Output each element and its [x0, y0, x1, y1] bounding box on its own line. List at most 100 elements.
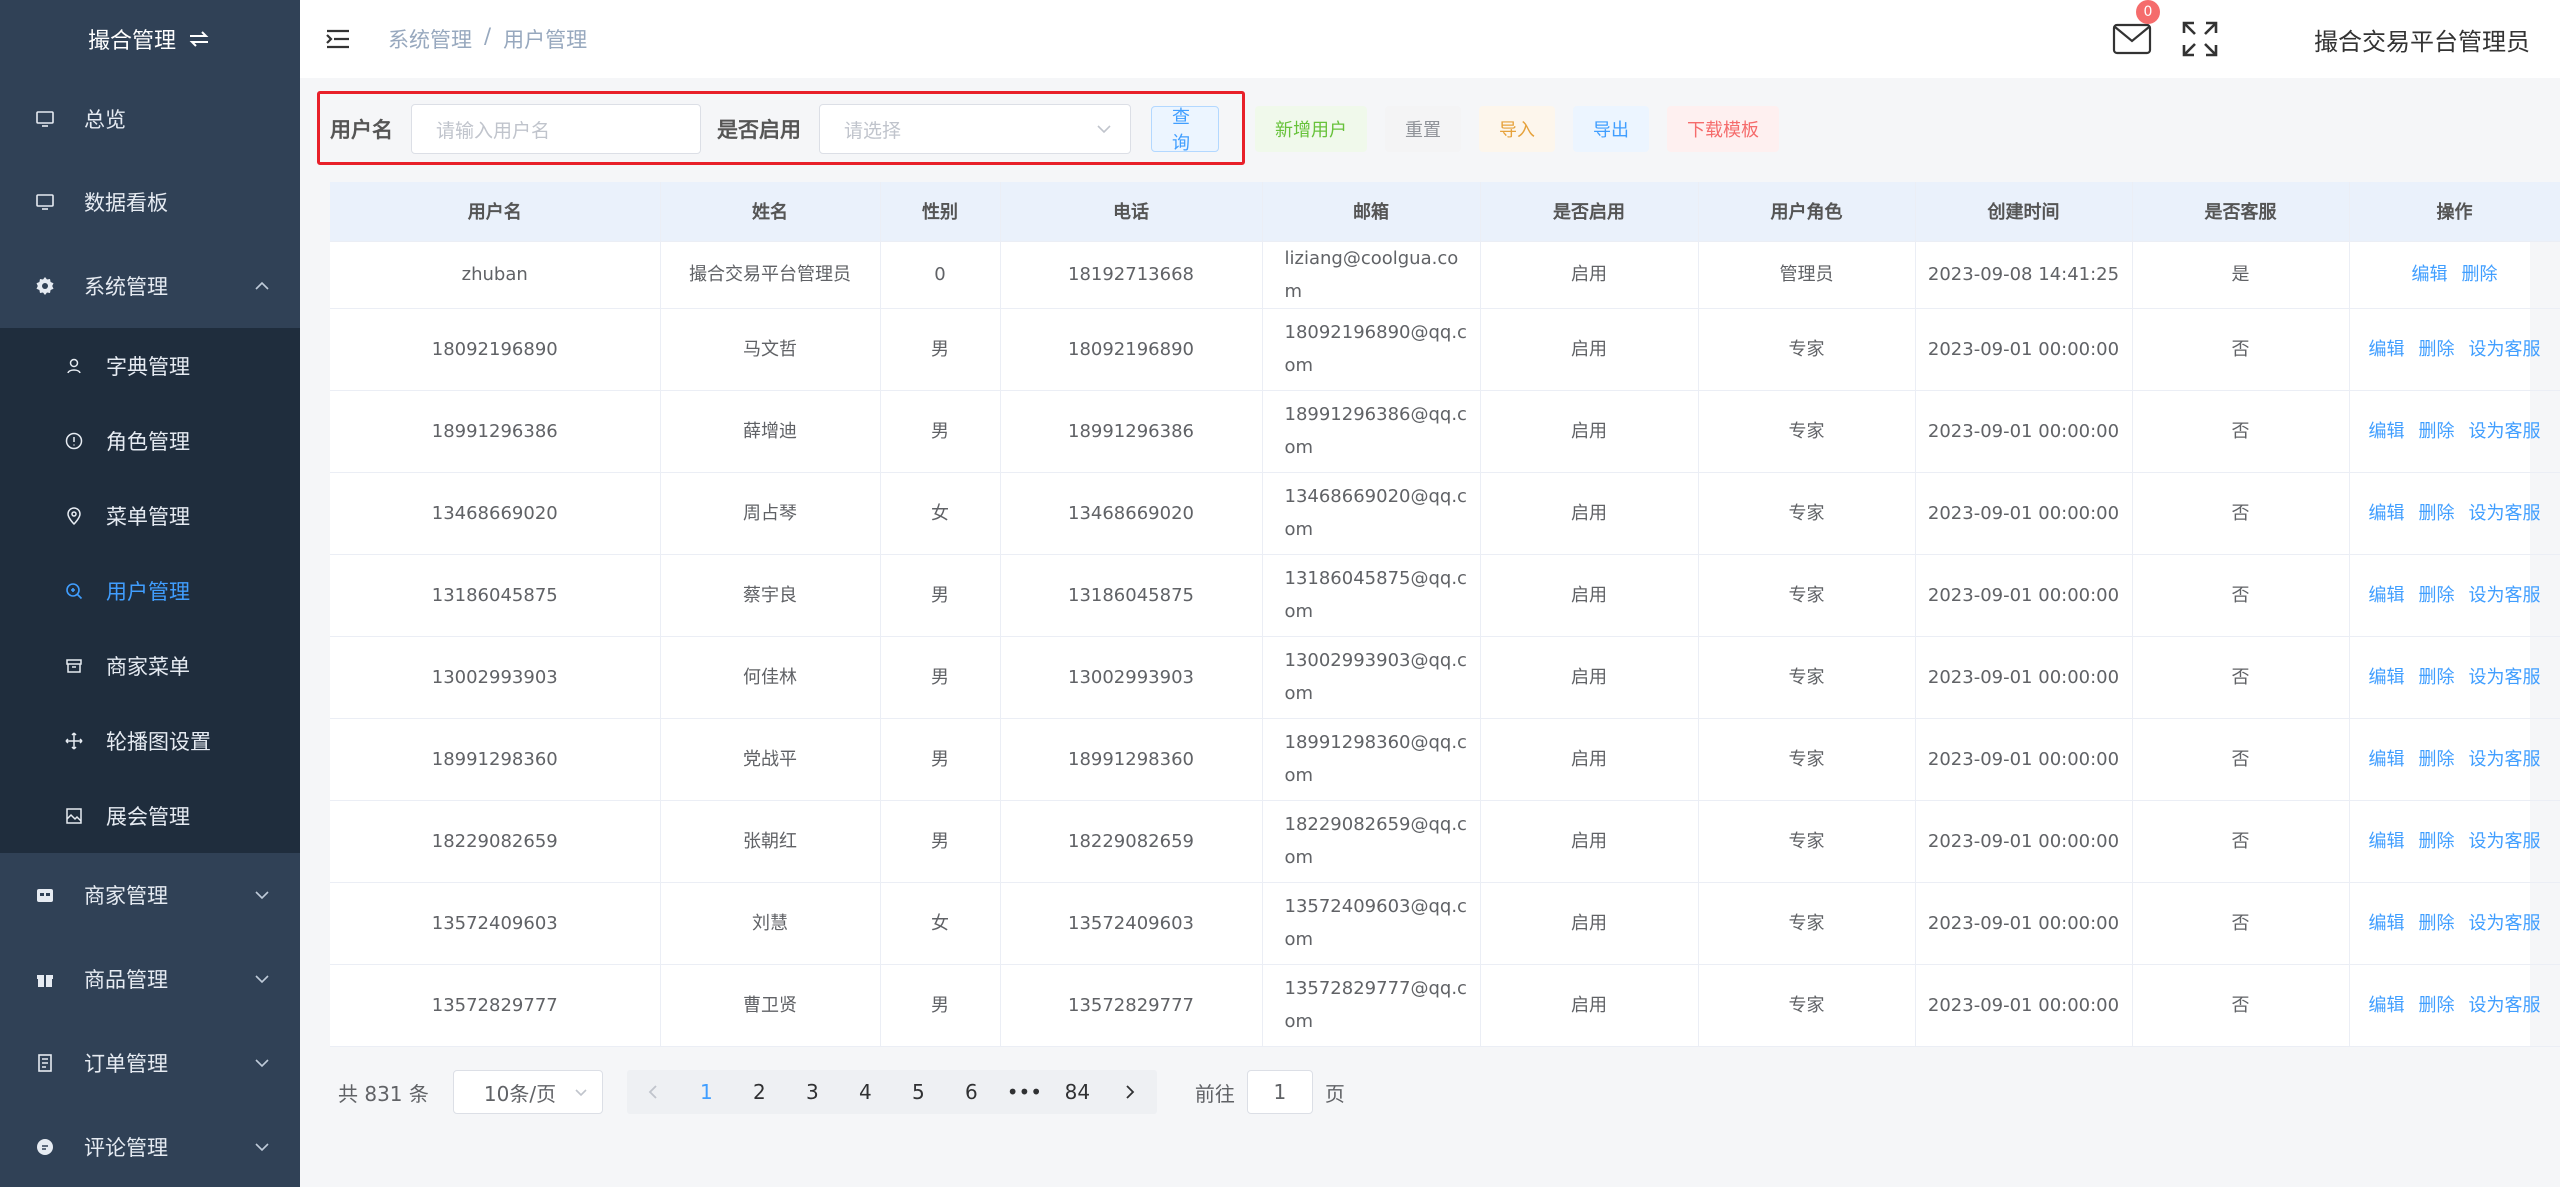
set-cs-link[interactable]: 设为客服: [2469, 421, 2541, 442]
edit-link[interactable]: 编辑: [2369, 339, 2405, 360]
query-button[interactable]: 查询: [1151, 106, 1219, 154]
sidebar-item-merchant-menu[interactable]: 商家菜单: [0, 628, 300, 703]
sidebar-item-carousel[interactable]: 轮播图设置: [0, 703, 300, 778]
add-user-button[interactable]: 新增用户: [1255, 106, 1367, 152]
edit-link[interactable]: 编辑: [2369, 585, 2405, 606]
set-cs-link[interactable]: 设为客服: [2469, 995, 2541, 1016]
sidebar-item-exhibition[interactable]: 展会管理: [0, 778, 300, 853]
admin-name[interactable]: 撮合交易平台管理员: [2314, 22, 2530, 57]
brand-title: 撮合管理: [87, 29, 176, 54]
page-button[interactable]: 1: [680, 1070, 733, 1114]
edit-link[interactable]: 编辑: [2369, 749, 2405, 770]
column-header: 邮箱: [1262, 182, 1481, 242]
cell-enabled: 启用: [1480, 800, 1699, 883]
enabled-select-placeholder: 请选择: [844, 119, 902, 142]
user-icon: [64, 356, 84, 376]
set-cs-link[interactable]: 设为客服: [2469, 585, 2541, 606]
notifications-button[interactable]: 0: [2112, 0, 2160, 56]
sidebar-item-menus[interactable]: 菜单管理: [0, 478, 300, 553]
edit-link[interactable]: 编辑: [2369, 831, 2405, 852]
shop-icon: [34, 884, 56, 906]
chevron-down-icon: [255, 1059, 269, 1068]
column-header: 用户角色: [1698, 182, 1916, 242]
prev-page-button[interactable]: [627, 1070, 680, 1114]
edit-link[interactable]: 编辑: [2369, 421, 2405, 442]
sidebar-item-label: 商家菜单: [106, 654, 190, 679]
edit-link[interactable]: 编辑: [2412, 264, 2448, 285]
monitor-icon: [34, 108, 56, 130]
cell-enabled: 启用: [1480, 472, 1699, 555]
cell-actions: 编辑 删除: [2349, 241, 2560, 309]
reset-button[interactable]: 重置: [1385, 106, 1461, 152]
page-button[interactable]: 2: [733, 1070, 786, 1114]
edit-link[interactable]: 编辑: [2369, 995, 2405, 1016]
set-cs-link[interactable]: 设为客服: [2469, 831, 2541, 852]
sidebar-item-orders[interactable]: 订单管理: [0, 1021, 300, 1105]
edit-link[interactable]: 编辑: [2369, 503, 2405, 524]
edit-link[interactable]: 编辑: [2369, 667, 2405, 688]
cell-enabled: 启用: [1480, 882, 1699, 965]
edit-link[interactable]: 编辑: [2369, 913, 2405, 934]
set-cs-link[interactable]: 设为客服: [2469, 749, 2541, 770]
system-submenu: 字典管理 角色管理 菜单管理 用户管理 商家菜单 轮播图设置 展会管理: [0, 328, 300, 853]
page-ellipsis[interactable]: •••: [998, 1070, 1051, 1114]
sidebar-item-roles[interactable]: 角色管理: [0, 403, 300, 478]
delete-link[interactable]: 删除: [2419, 421, 2455, 442]
goto-page-input[interactable]: 1: [1246, 1070, 1313, 1114]
page-button[interactable]: 4: [839, 1070, 892, 1114]
delete-link[interactable]: 删除: [2419, 585, 2455, 606]
delete-link[interactable]: 删除: [2419, 339, 2455, 360]
export-button[interactable]: 导出: [1573, 106, 1649, 152]
cell-created: 2023-09-01 00:00:00: [1915, 554, 2133, 637]
set-cs-link[interactable]: 设为客服: [2469, 667, 2541, 688]
next-page-button[interactable]: [1104, 1070, 1157, 1114]
delete-link[interactable]: 删除: [2462, 264, 2498, 285]
cell-phone: 18229082659: [1000, 800, 1263, 883]
page-button[interactable]: 84: [1051, 1070, 1104, 1114]
page-button[interactable]: 5: [892, 1070, 945, 1114]
page-button[interactable]: 3: [786, 1070, 839, 1114]
set-cs-link[interactable]: 设为客服: [2469, 913, 2541, 934]
delete-link[interactable]: 删除: [2419, 503, 2455, 524]
cell-cs: 否: [2132, 554, 2350, 637]
sidebar-item-reviews[interactable]: 评论管理: [0, 1105, 300, 1187]
sidebar-item-label: 订单管理: [84, 1052, 168, 1076]
cell-phone: 13572829777: [1000, 964, 1263, 1047]
sidebar-item-products[interactable]: 商品管理: [0, 937, 300, 1021]
import-button[interactable]: 导入: [1479, 106, 1555, 152]
download-template-button[interactable]: 下载模板: [1667, 106, 1779, 152]
breadcrumb-item-system[interactable]: 系统管理: [388, 24, 472, 54]
sidebar-item-users[interactable]: 用户管理: [0, 553, 300, 628]
set-cs-link[interactable]: 设为客服: [2469, 339, 2541, 360]
sidebar-item-dashboard[interactable]: 数据看板: [0, 160, 300, 244]
username-input[interactable]: 请输入用户名: [411, 104, 701, 154]
column-header: 用户名: [330, 182, 661, 242]
enabled-select[interactable]: 请选择: [819, 104, 1131, 154]
sidebar-item-overview[interactable]: 总览: [0, 78, 300, 160]
cell-cs: 否: [2132, 800, 2350, 883]
sidebar-item-system[interactable]: 系统管理: [0, 244, 300, 328]
cell-name: 马文哲: [660, 308, 881, 391]
cell-email: 13572409603@qq.com: [1262, 882, 1481, 965]
table-row: zhuban 撮合交易平台管理员 0 18192713668 liziang@coolg…: [330, 241, 2560, 309]
delete-link[interactable]: 删除: [2419, 831, 2455, 852]
page-button[interactable]: 6: [945, 1070, 998, 1114]
cell-email: 18991298360@qq.com: [1262, 718, 1481, 801]
hamburger-icon[interactable]: [326, 28, 350, 50]
delete-link[interactable]: 删除: [2419, 667, 2455, 688]
sidebar-item-dictionary[interactable]: 字典管理: [0, 328, 300, 403]
fullscreen-icon[interactable]: [2180, 19, 2220, 59]
page-size-select[interactable]: 10条/页: [452, 1070, 603, 1114]
delete-link[interactable]: 删除: [2419, 995, 2455, 1016]
cell-username: 13572409603: [330, 882, 661, 965]
delete-link[interactable]: 删除: [2419, 913, 2455, 934]
header-right: 0 撮合交易平台管理员: [2112, 0, 2530, 78]
avatar[interactable]: [2260, 9, 2300, 69]
set-cs-link[interactable]: 设为客服: [2469, 503, 2541, 524]
cell-username: 18229082659: [330, 800, 661, 883]
sidebar-item-merchants[interactable]: 商家管理: [0, 853, 300, 937]
notification-badge: 0: [2136, 0, 2160, 24]
switch-icon[interactable]: [186, 28, 212, 50]
cell-gender: 女: [880, 882, 1001, 965]
delete-link[interactable]: 删除: [2419, 749, 2455, 770]
